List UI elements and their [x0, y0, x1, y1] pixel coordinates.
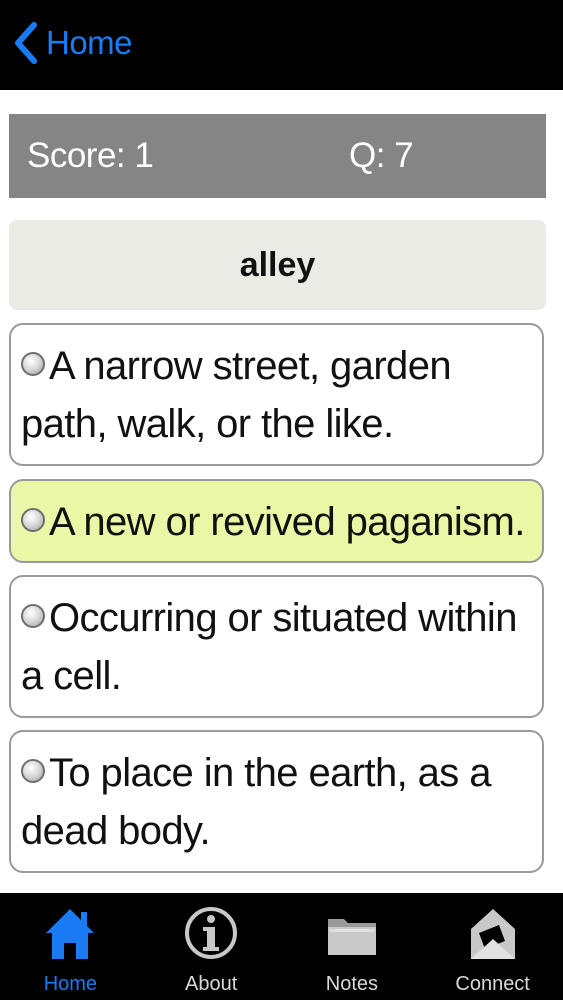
radio-button-icon: [21, 759, 45, 784]
answer-option-4[interactable]: To place in the earth, as a dead body.: [9, 730, 544, 873]
answer-option-text: Occurring or situated within a cell.: [21, 596, 517, 698]
envelope-icon: [470, 909, 515, 959]
question-number-label: Q: 7: [349, 136, 414, 175]
tab-home[interactable]: Home: [0, 893, 141, 1000]
answer-option-text: To place in the earth, as a dead body.: [21, 751, 491, 853]
radio-button-icon: [21, 352, 45, 377]
score-label: Score: 1: [27, 136, 154, 175]
answer-option-text: A new or revived paganism.: [49, 500, 525, 544]
radio-button-icon: [21, 604, 45, 629]
answer-option-1[interactable]: A narrow street, garden path, walk, or t…: [9, 323, 544, 466]
tab-label: About: [184, 973, 238, 995]
score-bar: Score: 1 Q: 7: [9, 114, 546, 198]
navigation-bar: Home: [0, 0, 563, 90]
radio-button-icon: [21, 508, 45, 533]
tab-about[interactable]: About: [141, 893, 282, 1000]
answer-option-3[interactable]: Occurring or situated within a cell.: [9, 575, 544, 718]
question-word-box: alley: [9, 220, 546, 310]
back-button[interactable]: Home: [12, 18, 133, 68]
tab-label: Home: [43, 973, 98, 995]
tab-connect[interactable]: Connect: [422, 893, 563, 1000]
answer-option-2[interactable]: A new or revived paganism.: [9, 479, 544, 563]
tab-label: Notes: [325, 973, 378, 995]
chevron-left-icon: [15, 22, 37, 64]
question-word: alley: [239, 245, 316, 284]
tab-label: Connect: [455, 973, 530, 995]
info-icon: [185, 907, 238, 959]
tab-notes[interactable]: Notes: [282, 893, 423, 1000]
home-icon: [46, 909, 95, 959]
answer-option-text: A narrow street, garden path, walk, or t…: [21, 344, 452, 446]
back-button-label: Home: [46, 24, 133, 61]
folder-icon: [327, 919, 376, 955]
tab-bar: Home About Notes Connect: [0, 893, 563, 1000]
